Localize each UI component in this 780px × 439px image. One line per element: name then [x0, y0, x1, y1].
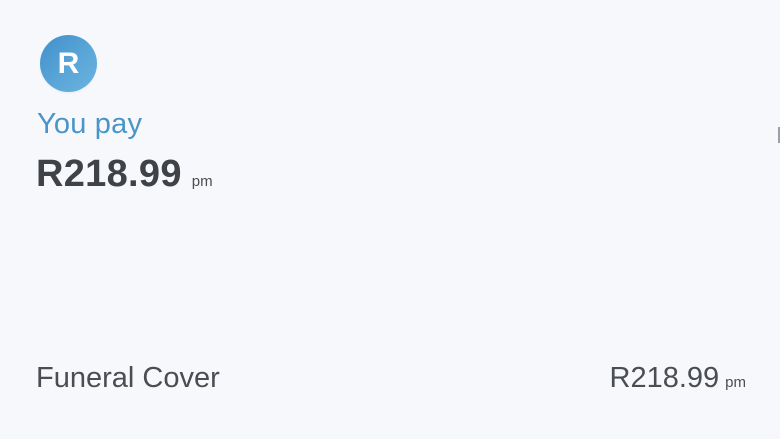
- total-premium: R218.99 pm: [36, 153, 213, 196]
- total-amount: R218.99: [36, 153, 182, 195]
- avatar-letter: R: [57, 46, 80, 80]
- line-item-label: Funeral Cover: [36, 362, 220, 394]
- avatar: R: [40, 35, 97, 92]
- line-item-unit: pm: [725, 374, 746, 391]
- total-unit: pm: [191, 173, 213, 190]
- line-item-price: R218.99 pm: [610, 362, 747, 395]
- you-pay-label: You pay: [37, 108, 143, 140]
- line-item-amount: R218.99: [609, 362, 720, 394]
- payment-summary-card: R You pay R218.99 pm Funeral Cover R218.…: [0, 0, 780, 439]
- line-item-funeral-cover: Funeral Cover R218.99 pm: [36, 362, 746, 402]
